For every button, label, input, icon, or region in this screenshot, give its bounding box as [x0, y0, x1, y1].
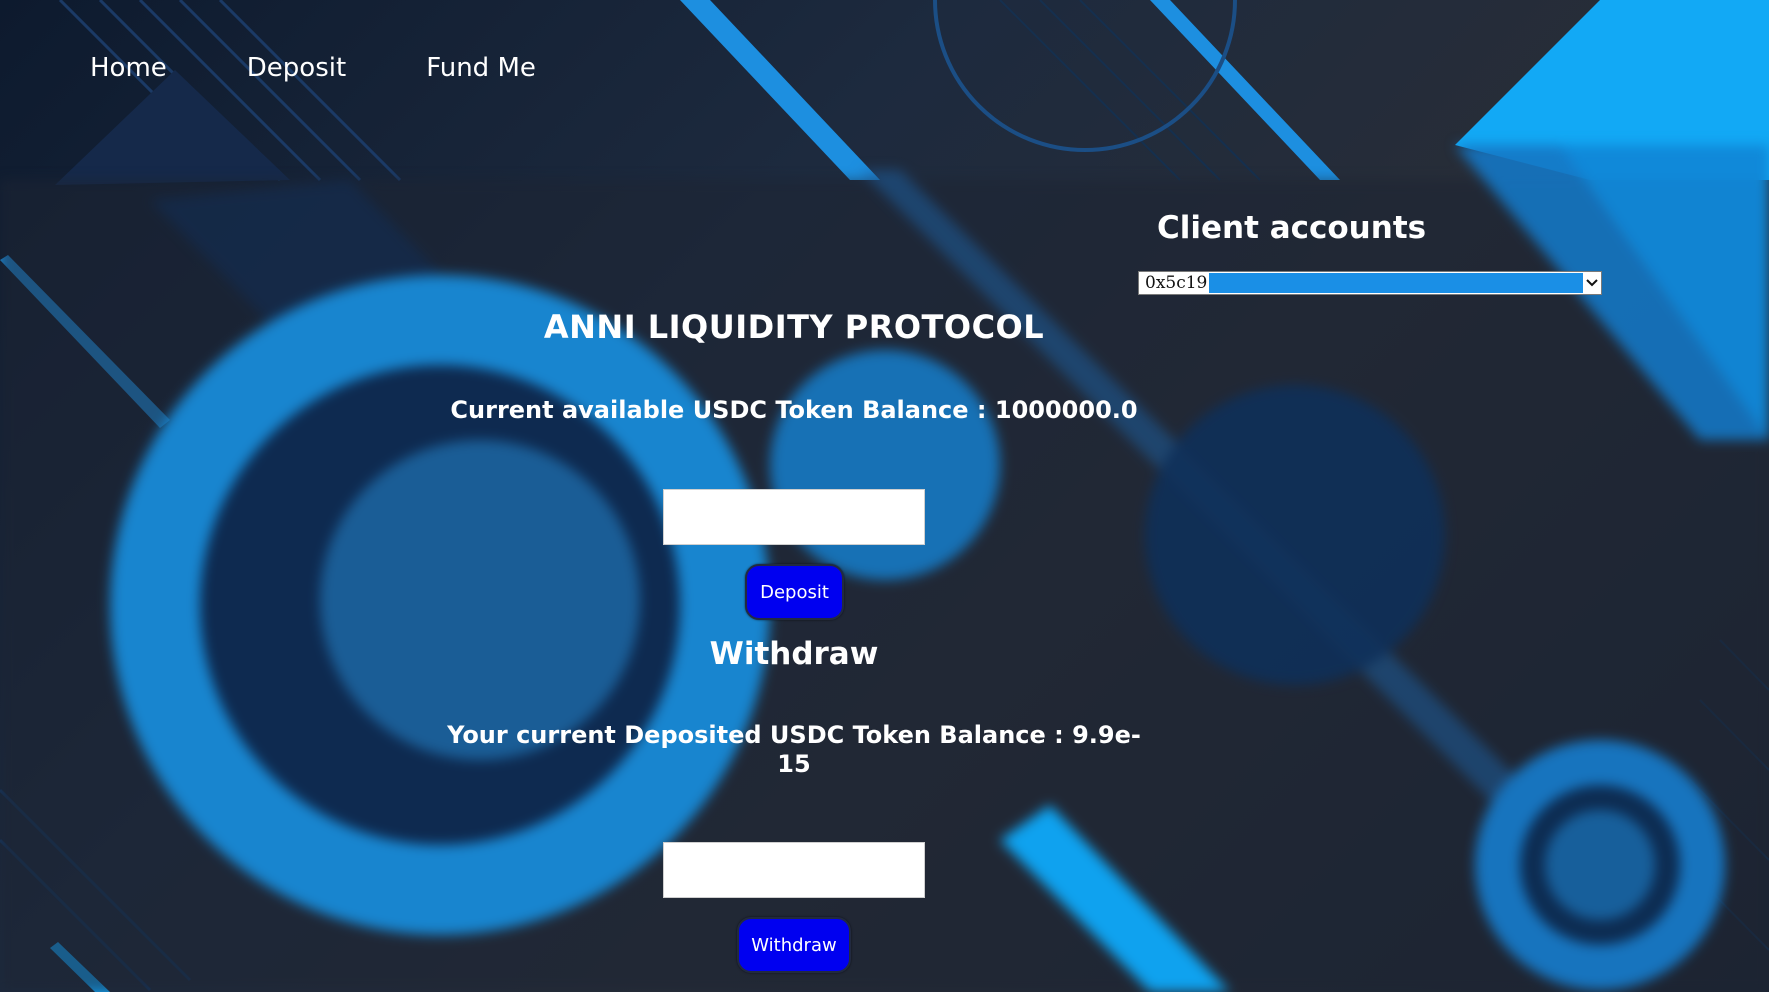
- page: Home Deposit Fund Me Client accounts 0x5…: [0, 0, 1769, 992]
- account-select-highlight: [1209, 273, 1583, 293]
- client-accounts-title: Client accounts: [1157, 210, 1427, 246]
- withdraw-title: Withdraw: [709, 636, 879, 672]
- account-select[interactable]: 0x5c19: [1138, 271, 1602, 295]
- withdraw-button[interactable]: Withdraw: [737, 917, 851, 973]
- page-title: ANNI LIQUIDITY PROTOCOL: [543, 308, 1045, 346]
- nav-link-deposit[interactable]: Deposit: [247, 48, 346, 88]
- nav-link-fund-me[interactable]: Fund Me: [426, 48, 536, 88]
- deposited-balance-text: Your current Deposited USDC Token Balanc…: [447, 721, 1141, 778]
- account-select-value: 0x5c19: [1145, 273, 1208, 293]
- chevron-down-icon: [1583, 272, 1601, 294]
- nav-link-home[interactable]: Home: [90, 48, 167, 88]
- deposit-button[interactable]: Deposit: [745, 564, 844, 620]
- deposit-amount-input[interactable]: [663, 489, 925, 545]
- withdraw-amount-input[interactable]: [663, 842, 925, 898]
- top-nav: Home Deposit Fund Me: [90, 48, 616, 88]
- available-balance-text: Current available USDC Token Balance : 1…: [450, 396, 1138, 424]
